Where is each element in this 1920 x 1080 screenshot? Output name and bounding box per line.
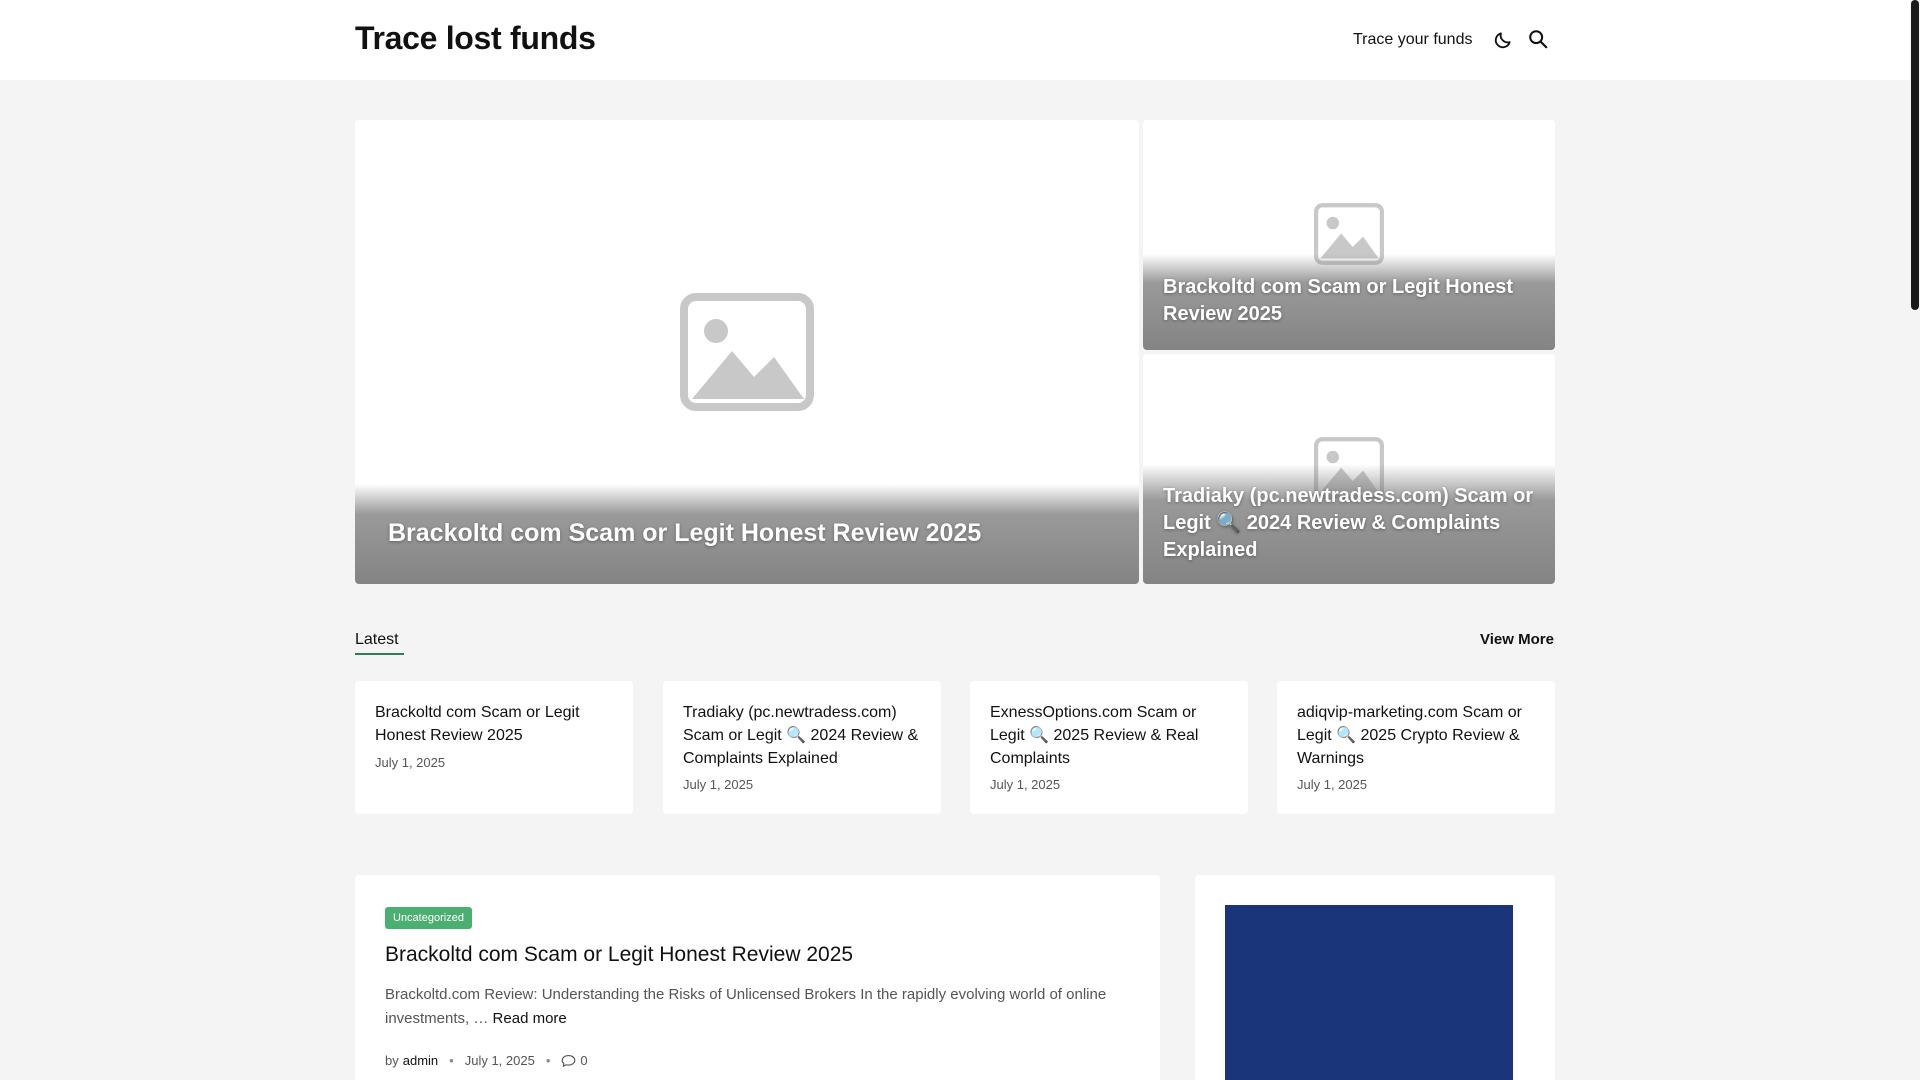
comment-count[interactable]: 0 bbox=[580, 1053, 587, 1068]
moon-icon[interactable] bbox=[1493, 30, 1513, 50]
post-meta: by admin • July 1, 2025 • 0 bbox=[385, 1053, 588, 1068]
scrollbar-thumb[interactable] bbox=[1911, 0, 1919, 310]
latest-post-title[interactable]: adiqvip-marketing.com Scam or Legit 🔍 20… bbox=[1297, 701, 1537, 770]
post-excerpt: Brackoltd.com Review: Understanding the … bbox=[385, 983, 1125, 1031]
latest-post-card[interactable]: ExnessOptions.com Scam or Legit 🔍 2025 R… bbox=[970, 681, 1248, 814]
site-header: Trace lost funds Trace your funds bbox=[0, 0, 1910, 80]
latest-post-date: July 1, 2025 bbox=[375, 755, 446, 770]
featured-main-title[interactable]: Brackoltd com Scam or Legit Honest Revie… bbox=[388, 519, 1109, 548]
featured-side-title[interactable]: Brackoltd com Scam or Legit Honest Revie… bbox=[1163, 274, 1535, 328]
post-date: July 1, 2025 bbox=[464, 1053, 535, 1068]
latest-post-date: July 1, 2025 bbox=[990, 777, 1061, 792]
sidebar-banner-image[interactable] bbox=[1225, 905, 1513, 1080]
site-title[interactable]: Trace lost funds bbox=[355, 20, 596, 57]
featured-side-title[interactable]: Tradiaky (pc.newtradess.com) Scam or Leg… bbox=[1163, 483, 1535, 564]
latest-post-card[interactable]: Tradiaky (pc.newtradess.com) Scam or Leg… bbox=[663, 681, 941, 814]
featured-main-post[interactable]: Brackoltd com Scam or Legit Honest Revie… bbox=[355, 120, 1139, 584]
search-icon[interactable] bbox=[1527, 28, 1549, 50]
meta-separator: • bbox=[545, 1053, 551, 1068]
latest-post-title[interactable]: Tradiaky (pc.newtradess.com) Scam or Leg… bbox=[683, 701, 923, 770]
post-meta-by: by bbox=[385, 1053, 399, 1068]
latest-section-label: Latest bbox=[355, 631, 399, 648]
category-badge[interactable]: Uncategorized bbox=[385, 907, 472, 929]
post-card: Uncategorized Brackoltd com Scam or Legi… bbox=[355, 875, 1160, 1080]
latest-post-title[interactable]: Brackoltd com Scam or Legit Honest Revie… bbox=[375, 701, 615, 747]
latest-post-card[interactable]: adiqvip-marketing.com Scam or Legit 🔍 20… bbox=[1277, 681, 1555, 814]
view-more-link[interactable]: View More bbox=[1480, 631, 1554, 648]
latest-post-date: July 1, 2025 bbox=[1297, 777, 1368, 792]
meta-separator: • bbox=[449, 1053, 454, 1068]
nav-link-trace-funds[interactable]: Trace your funds bbox=[1353, 31, 1472, 49]
image-placeholder-icon bbox=[680, 293, 814, 411]
latest-post-card[interactable]: Brackoltd com Scam or Legit Honest Revie… bbox=[355, 681, 633, 814]
author-link[interactable]: admin bbox=[403, 1053, 438, 1068]
latest-post-date: July 1, 2025 bbox=[683, 777, 754, 792]
comment-icon[interactable] bbox=[561, 1054, 576, 1068]
sidebar-widget bbox=[1195, 875, 1555, 1080]
latest-underline bbox=[355, 653, 404, 655]
latest-post-title[interactable]: ExnessOptions.com Scam or Legit 🔍 2025 R… bbox=[990, 701, 1230, 770]
read-more-link[interactable]: Read more bbox=[493, 1010, 567, 1027]
post-title[interactable]: Brackoltd com Scam or Legit Honest Revie… bbox=[385, 943, 853, 967]
featured-side-post[interactable]: Tradiaky (pc.newtradess.com) Scam or Leg… bbox=[1143, 354, 1555, 584]
featured-side-post[interactable]: Brackoltd com Scam or Legit Honest Revie… bbox=[1143, 120, 1555, 350]
